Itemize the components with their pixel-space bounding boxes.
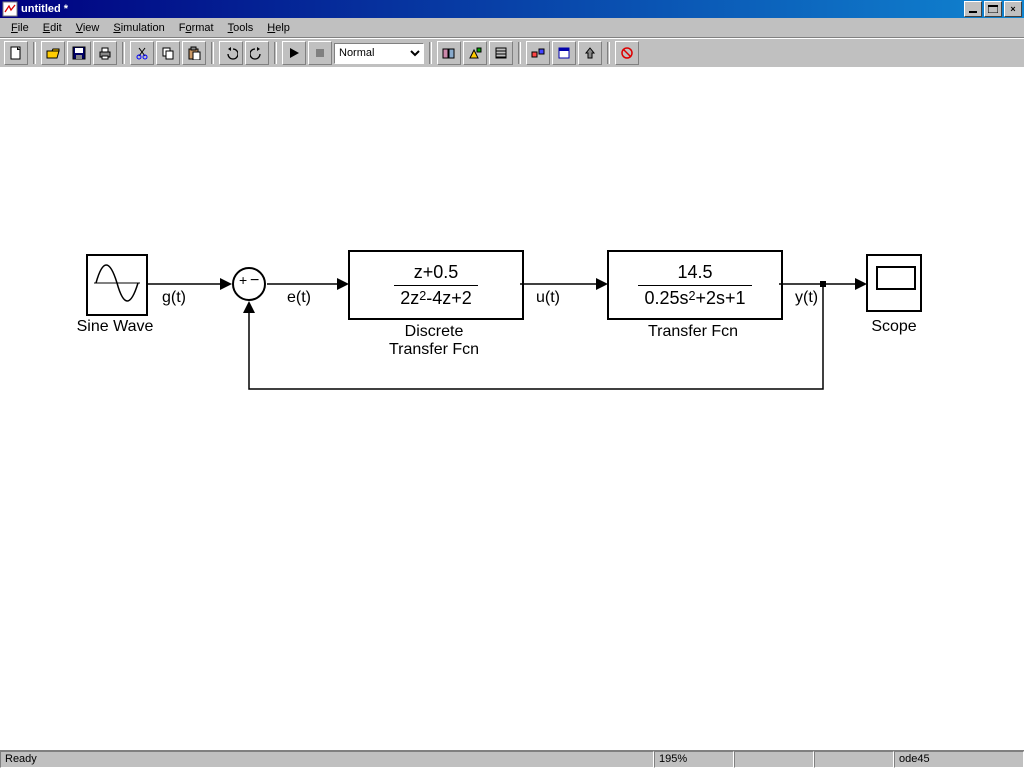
status-bar: Ready 195% ode45	[0, 750, 1024, 768]
menu-edit[interactable]: Edit	[36, 20, 69, 36]
save-button[interactable]	[67, 41, 91, 65]
print-button[interactable]	[93, 41, 117, 65]
menu-bar: File Edit View Simulation Format Tools H…	[0, 18, 1024, 38]
redo-button[interactable]	[245, 41, 269, 65]
copy-button[interactable]	[156, 41, 180, 65]
new-button[interactable]	[4, 41, 28, 65]
stop-button[interactable]	[308, 41, 332, 65]
menu-tools[interactable]: Tools	[221, 20, 261, 36]
status-ready: Ready	[0, 751, 654, 768]
menu-view[interactable]: View	[69, 20, 107, 36]
undo-button[interactable]	[219, 41, 243, 65]
menu-file[interactable]: File	[4, 20, 36, 36]
debug-button[interactable]	[615, 41, 639, 65]
toolbar: Normal Accelerator External	[0, 38, 1024, 68]
status-solver: ode45	[894, 751, 1024, 768]
menu-help[interactable]: Help	[260, 20, 297, 36]
open-button[interactable]	[41, 41, 65, 65]
window-title: untitled *	[21, 3, 68, 15]
library-button[interactable]	[437, 41, 461, 65]
title-bar: untitled * ×	[0, 0, 1024, 18]
minimize-button[interactable]	[964, 1, 982, 17]
menu-format[interactable]: Format	[172, 20, 221, 36]
model-config-button[interactable]	[463, 41, 487, 65]
status-zoom: 195%	[654, 751, 734, 768]
model-explorer-button[interactable]	[552, 41, 576, 65]
model-canvas[interactable]: Sine Wave +− z+0.5 2z2-4z+2 Discrete Tra…	[0, 67, 1024, 751]
cut-button[interactable]	[130, 41, 154, 65]
paste-button[interactable]	[182, 41, 206, 65]
close-button[interactable]: ×	[1004, 1, 1022, 17]
refresh-blocks-button[interactable]	[526, 41, 550, 65]
build-button[interactable]	[489, 41, 513, 65]
simulation-mode-select[interactable]: Normal Accelerator External	[334, 43, 424, 64]
app-icon	[2, 1, 18, 17]
menu-simulation[interactable]: Simulation	[106, 20, 171, 36]
connections	[0, 67, 1024, 751]
go-up-button[interactable]	[578, 41, 602, 65]
maximize-button[interactable]	[984, 1, 1002, 17]
play-button[interactable]	[282, 41, 306, 65]
